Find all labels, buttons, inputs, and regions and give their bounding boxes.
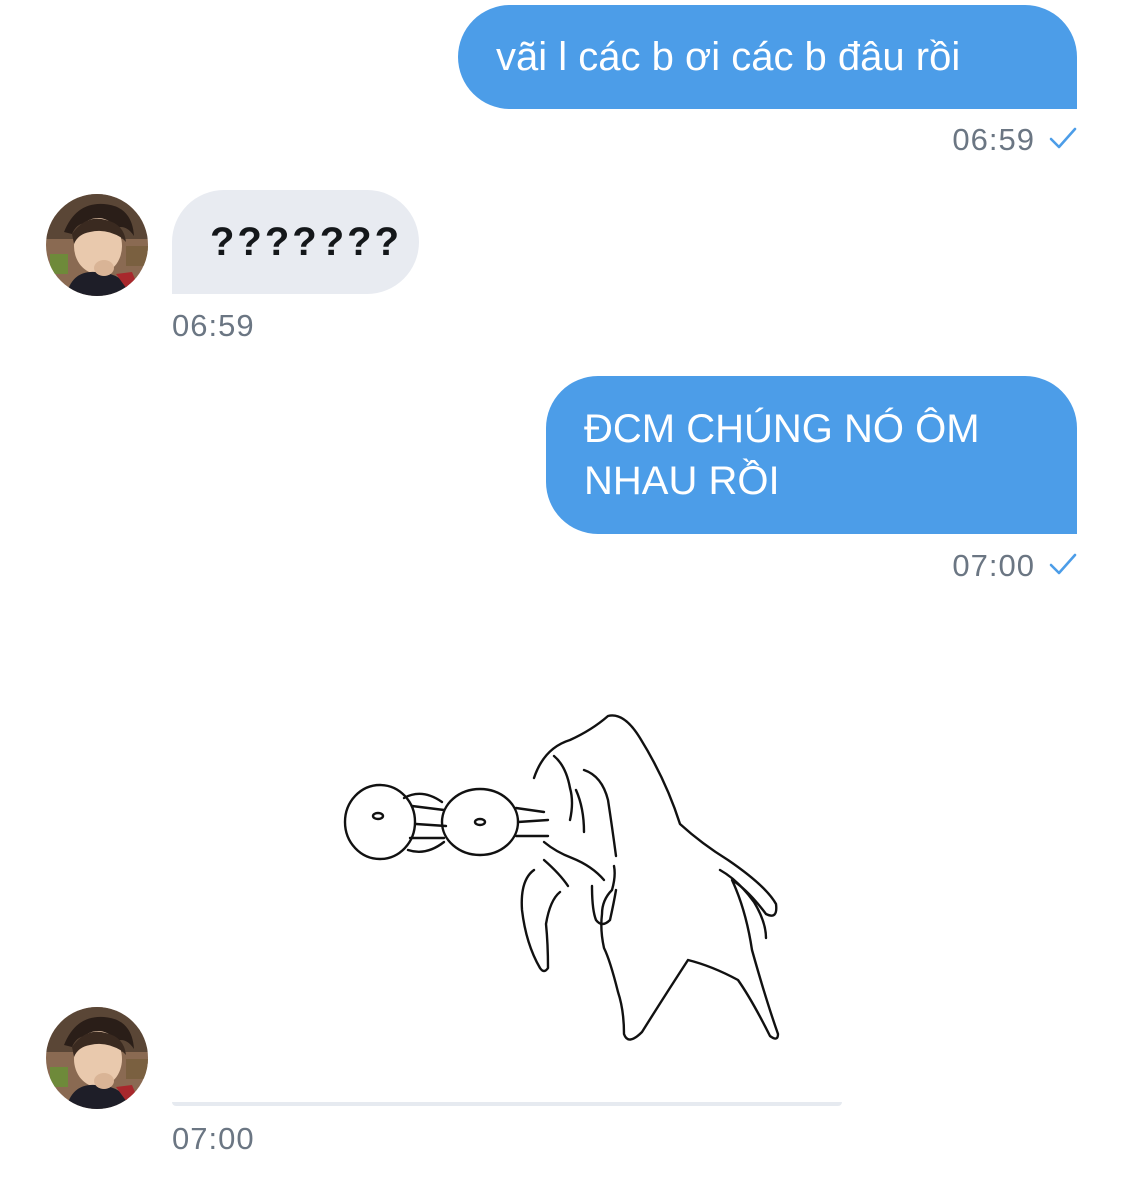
sent-check-icon	[1049, 122, 1077, 158]
message-meta: 06:59	[952, 122, 1077, 158]
message-text: ???????	[210, 220, 403, 264]
outgoing-message-bubble[interactable]: ĐCM CHÚNG NÓ ÔM NHAU RỒI	[546, 376, 1077, 534]
message-text-line: ĐCM CHÚNG NÓ ÔM	[584, 407, 980, 451]
message-timestamp: 07:00	[952, 548, 1035, 583]
message-text: vãi l các b ơi các b đâu rồi	[496, 35, 961, 79]
message-timestamp: 06:59	[172, 308, 255, 343]
message-timestamp: 07:00	[172, 1121, 255, 1156]
user-avatar[interactable]	[46, 1007, 148, 1109]
line-drawing-image[interactable]	[172, 580, 842, 1105]
message-text-line: NHAU RỒI	[584, 459, 780, 503]
message-timestamp: 06:59	[952, 122, 1035, 157]
message-meta: 07:00	[952, 548, 1077, 584]
user-avatar[interactable]	[46, 194, 148, 296]
incoming-message-bubble[interactable]: ???????	[172, 190, 419, 294]
image-bottom-edge	[172, 1102, 842, 1106]
outgoing-message-bubble[interactable]: vãi l các b ơi các b đâu rồi	[458, 5, 1077, 109]
sent-check-icon	[1049, 548, 1077, 584]
